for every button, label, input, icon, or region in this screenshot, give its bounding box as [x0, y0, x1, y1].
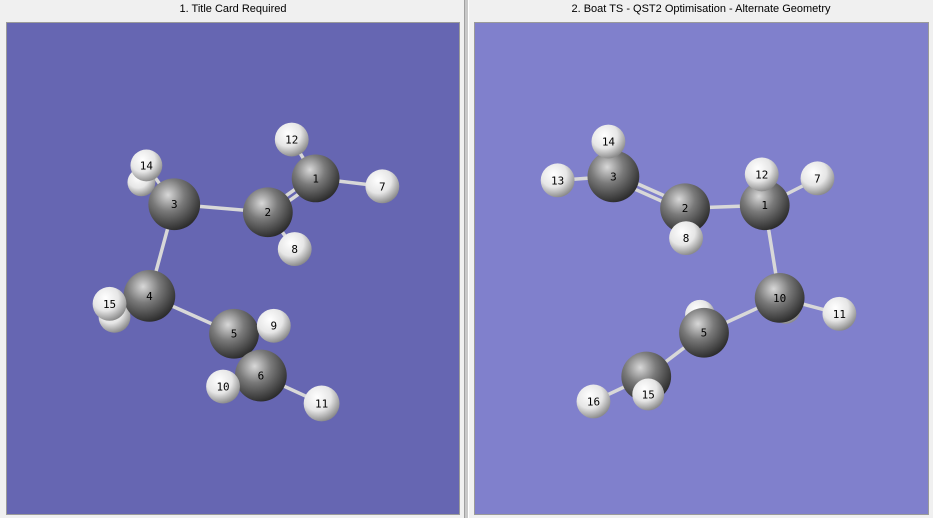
pane-right[interactable]: 2. Boat TS - QST2 Optimisation - Alterna… — [469, 0, 933, 518]
atom-label: 1 — [761, 199, 768, 212]
atom-7[interactable]: 7 — [800, 161, 835, 196]
atom-11[interactable]: 11 — [822, 296, 857, 331]
pane-title-left: 1. Title Card Required — [179, 3, 287, 15]
atom-label: 10 — [216, 381, 229, 394]
atom-10[interactable]: 10 — [754, 272, 805, 323]
atom-label: 5 — [701, 327, 708, 340]
atom-8[interactable]: 8 — [669, 221, 703, 256]
atom-8[interactable]: 8 — [277, 232, 312, 267]
atom-12[interactable]: 12 — [274, 122, 309, 157]
atom-label: 13 — [551, 174, 564, 187]
atom-label: 8 — [291, 243, 298, 256]
atom-label: 3 — [610, 170, 617, 183]
atom-label: 11 — [315, 397, 328, 410]
atom-label: 12 — [285, 134, 298, 147]
atom-14[interactable]: 14 — [591, 124, 626, 159]
viewport-background — [7, 23, 459, 514]
pane-title-right: 2. Boat TS - QST2 Optimisation - Alterna… — [571, 3, 831, 15]
atom-3[interactable]: 3 — [148, 178, 201, 231]
atom-label: 7 — [814, 172, 821, 185]
atom-label: 8 — [683, 232, 690, 245]
atom-5[interactable]: 5 — [209, 308, 259, 359]
molecule-viewport-left[interactable]: 1 2 3 4 5 6 7 8 9 10 11 12 14 15 — [6, 22, 460, 515]
atom-7[interactable]: 7 — [365, 169, 400, 204]
atom-4[interactable]: 4 — [123, 269, 176, 322]
atom-label: 2 — [265, 206, 272, 219]
atom-13[interactable]: 13 — [540, 163, 575, 198]
atom-2[interactable]: 2 — [242, 187, 293, 238]
atom-9[interactable]: 9 — [256, 308, 291, 343]
viewport-background — [475, 23, 928, 514]
atom-5[interactable]: 5 — [679, 307, 729, 358]
atom-label: 16 — [587, 395, 600, 408]
atom-label: 11 — [833, 308, 846, 321]
atom-label: 6 — [258, 370, 265, 383]
atom-12[interactable]: 12 — [744, 157, 779, 192]
atom-label: 2 — [682, 202, 689, 215]
atom-label: 10 — [773, 292, 786, 305]
molecule-canvas-left[interactable]: 1234567891011121415 — [7, 23, 459, 514]
atom-1[interactable]: 1 — [291, 154, 340, 203]
atom-label: 4 — [146, 290, 153, 303]
atom-15[interactable]: 15 — [92, 286, 127, 321]
atom-label: 9 — [271, 320, 278, 333]
atom-label: 3 — [171, 198, 178, 211]
atom-3[interactable]: 3 — [587, 150, 640, 203]
atom-11[interactable]: 11 — [303, 385, 340, 422]
atom-10[interactable]: 10 — [206, 369, 240, 404]
atom-label: 12 — [755, 168, 768, 181]
atom-label: 1 — [312, 172, 319, 185]
atom-14[interactable]: 14 — [130, 149, 163, 182]
molecule-canvas-right[interactable]: 12357810111213141516 — [475, 23, 928, 514]
atom-label: 14 — [140, 159, 154, 172]
atom-15[interactable]: 15 — [632, 378, 665, 411]
atom-6[interactable]: 6 — [234, 349, 287, 402]
atom-label: 7 — [379, 180, 386, 193]
atom-16[interactable]: 16 — [576, 384, 611, 419]
atom-label: 15 — [103, 298, 116, 311]
molecule-viewport-right[interactable]: 1 2 3 5 7 8 10 11 12 13 14 15 16 — [474, 22, 929, 515]
atom-label: 15 — [642, 388, 655, 401]
atom-label: 14 — [602, 135, 616, 148]
atom-label: 5 — [231, 328, 238, 341]
pane-left[interactable]: 1. Title Card Required 1 2 3 4 5 6 7 8 9 10 11 12 14… — [0, 0, 466, 518]
